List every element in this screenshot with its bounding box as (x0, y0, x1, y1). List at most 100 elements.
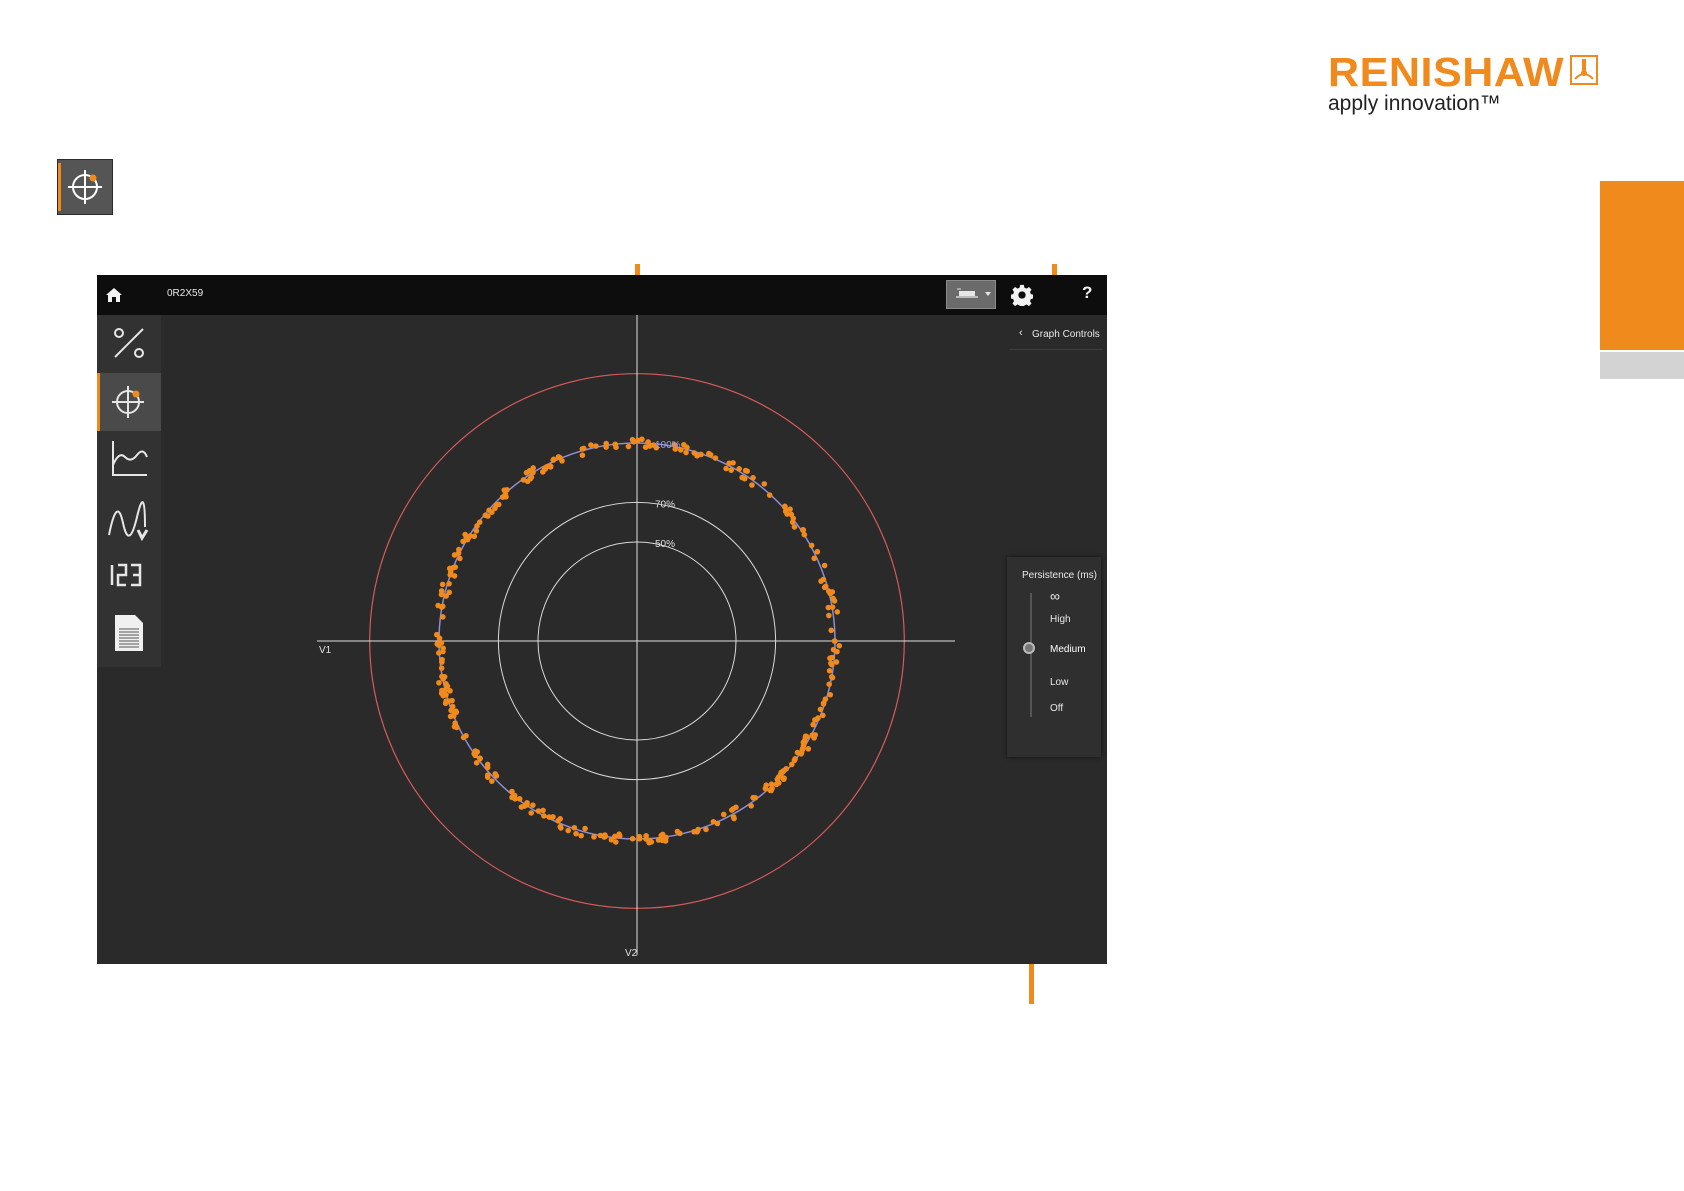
signal-point (822, 583, 829, 590)
signal-point (828, 627, 835, 634)
signal-point (662, 838, 669, 844)
signal-point (524, 478, 531, 485)
persistence-option-off[interactable]: Off (1050, 703, 1063, 714)
help-button[interactable]: ? (1082, 283, 1092, 303)
signal-point (820, 700, 827, 706)
signal-point (831, 598, 838, 604)
signal-point (831, 638, 838, 644)
signal-point (829, 589, 836, 595)
signal-point (463, 733, 469, 739)
persistence-option-high[interactable]: High (1050, 614, 1071, 625)
sidebar-item-lissajous[interactable] (97, 373, 161, 431)
signal-point (691, 828, 697, 835)
signal-point (573, 830, 579, 837)
signal-point (720, 811, 727, 818)
signal-point (766, 492, 773, 498)
signal-point (593, 443, 599, 449)
gear-icon[interactable] (1011, 284, 1033, 306)
signal-point (826, 681, 833, 687)
crosshair-target-icon (112, 386, 144, 418)
sidebar-item-report[interactable] (97, 605, 161, 663)
sidebar-item-signal-strength[interactable] (97, 315, 161, 373)
signal-point (761, 481, 768, 487)
graph-controls-toggle[interactable]: ‹ Graph Controls (1009, 319, 1103, 350)
signal-point (787, 506, 793, 512)
signal-point (643, 832, 649, 839)
signal-point (439, 659, 445, 665)
signal-point (808, 542, 815, 549)
signal-point (748, 802, 754, 809)
chevron-left-icon: ‹ (1019, 327, 1023, 339)
persistence-option-medium[interactable]: Medium (1050, 644, 1086, 655)
signal-point (684, 444, 690, 451)
home-icon[interactable] (105, 286, 123, 304)
signal-point (814, 548, 821, 555)
signal-point (794, 749, 801, 756)
signal-point (439, 673, 445, 680)
signal-point (535, 808, 542, 814)
signal-point (447, 572, 454, 578)
signal-point (471, 533, 478, 540)
persistence-slider-track[interactable] (1030, 593, 1032, 717)
signal-point (582, 825, 588, 832)
signal-point (471, 750, 477, 757)
signal-point (683, 449, 689, 456)
signal-point (503, 494, 509, 500)
section-tab[interactable] (1600, 352, 1684, 379)
signal-point (736, 466, 742, 472)
signal-point (484, 764, 491, 771)
signal-point (749, 482, 755, 488)
signal-point (768, 787, 774, 794)
app-window: 100% 70% 50% V1 V2 0R2X59 ? ‹ Graph Cont… (97, 275, 1107, 964)
renishaw-probe-mark-icon (1570, 55, 1598, 85)
line-graph-icon (112, 441, 148, 476)
mode-sidebar (97, 315, 161, 667)
signal-point (812, 717, 818, 723)
persistence-option-infinite[interactable]: ∞ (1050, 588, 1060, 604)
signal-point (477, 755, 483, 761)
y-axis-label: V2 (625, 948, 638, 959)
signal-point (565, 827, 571, 834)
signal-point (750, 474, 756, 481)
signal-point (451, 723, 458, 730)
signal-point (778, 769, 785, 776)
signal-point (826, 612, 832, 619)
signal-point (836, 642, 843, 649)
signal-source-select[interactable] (946, 280, 996, 309)
signal-point (811, 555, 818, 562)
graph-controls-label: Graph Controls (1032, 329, 1100, 340)
signal-point (559, 458, 565, 464)
signal-point (447, 688, 453, 694)
signal-point (547, 464, 554, 470)
section-tab-active[interactable] (1600, 181, 1684, 350)
signal-point (571, 824, 578, 831)
signal-point (659, 831, 666, 838)
signal-point (439, 687, 445, 694)
signal-point (591, 834, 597, 840)
signal-point (833, 659, 840, 665)
signal-point (473, 528, 480, 534)
signal-point (821, 562, 828, 569)
signal-point (791, 757, 798, 764)
signal-point (504, 487, 510, 493)
signal-point (435, 642, 442, 648)
persistence-option-low[interactable]: Low (1050, 677, 1068, 688)
signal-point (712, 455, 719, 461)
signal-point (588, 442, 594, 448)
signal-point (750, 794, 756, 801)
sidebar-item-numeric[interactable] (97, 547, 161, 605)
signal-point (674, 828, 681, 835)
signal-point (629, 835, 636, 842)
sidebar-item-waveform[interactable] (97, 489, 161, 547)
signal-point (436, 679, 442, 686)
signal-point (453, 708, 459, 714)
signal-point (805, 746, 812, 752)
signal-point (528, 810, 535, 816)
x-axis-label: V1 (319, 645, 332, 656)
signal-point (639, 436, 645, 443)
signal-point (800, 527, 807, 533)
persistence-slider-thumb[interactable] (1023, 642, 1035, 654)
signal-point (629, 436, 636, 443)
sidebar-item-signal-history[interactable] (97, 431, 161, 489)
signal-point (485, 513, 491, 519)
